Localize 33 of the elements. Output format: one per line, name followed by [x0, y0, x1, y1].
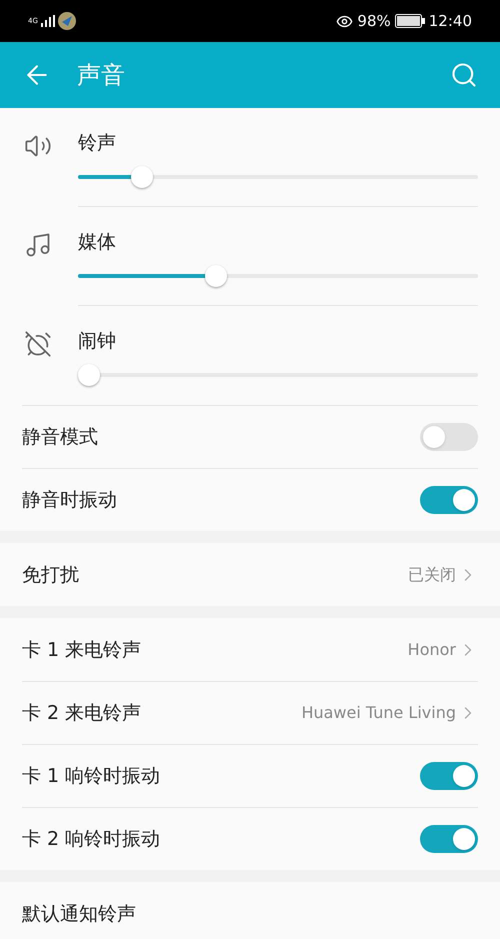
toggle-switch[interactable]: [420, 825, 478, 853]
toggle-switch[interactable]: [420, 762, 478, 790]
volume-label: 媒体: [78, 233, 117, 252]
setting-label: 卡 1 响铃时振动: [22, 764, 162, 788]
slider-thumb[interactable]: [204, 265, 227, 287]
battery-icon: [394, 14, 425, 28]
volume-slider[interactable]: [78, 264, 478, 288]
toggle-switch[interactable]: [420, 486, 478, 514]
app-icon: [58, 12, 76, 30]
setting-label: 卡 2 来电铃声: [22, 701, 142, 725]
alarm-off-icon: [24, 330, 52, 358]
search-button[interactable]: [450, 61, 478, 89]
setting-label: 卡 2 响铃时振动: [22, 827, 162, 851]
volume-label: 闹钟: [78, 332, 117, 351]
toggle-switch[interactable]: [420, 423, 478, 451]
setting-label: 静音时振动: [22, 488, 118, 512]
music-note-icon: [24, 231, 52, 259]
setting-label: 免打扰: [22, 562, 80, 586]
battery-percent: 98%: [357, 10, 391, 32]
volume-slider[interactable]: [78, 363, 478, 387]
slider-thumb[interactable]: [78, 364, 100, 386]
setting-label: 卡 1 来电铃声: [22, 638, 142, 662]
volume-slider[interactable]: [78, 165, 478, 189]
volume-label: 铃声: [78, 134, 117, 153]
slider-thumb[interactable]: [130, 166, 153, 188]
setting-label: 默认通知铃声: [22, 902, 137, 926]
setting-label: 静音模式: [22, 425, 99, 449]
page-title: 声音: [77, 60, 126, 91]
signal-icon: [40, 15, 55, 27]
clock-time: 12:40: [428, 10, 472, 32]
setting-value: 已关闭: [408, 564, 456, 586]
setting-value: Huawei Tune Living: [301, 702, 456, 724]
setting-value: Honor: [408, 638, 456, 660]
